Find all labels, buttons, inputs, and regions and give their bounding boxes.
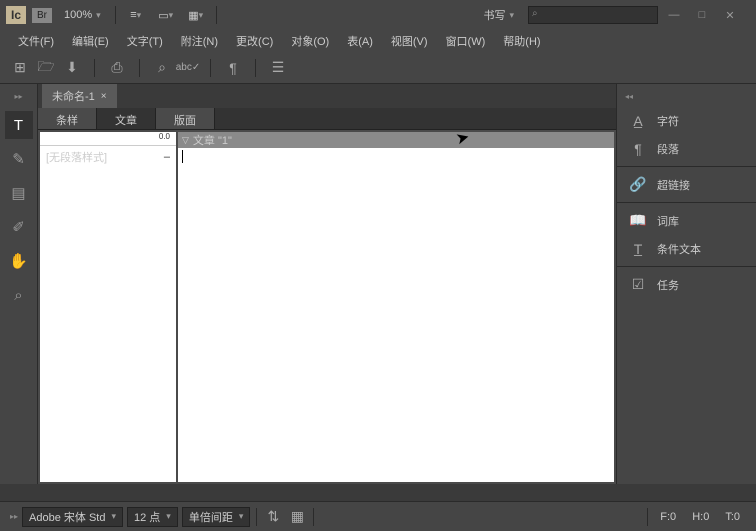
toolbar: ⊞ 🗁 ⬇ ⎙ ⌕ abc✓ ¶ ☰ [0, 52, 756, 84]
style-item-mark: – [164, 151, 170, 163]
text-editor[interactable] [178, 148, 614, 482]
find-icon[interactable]: ⌕ [152, 58, 172, 78]
article-title: 文章 "1" [193, 132, 232, 148]
menu-window[interactable]: 窗口(W) [438, 31, 494, 51]
article-header[interactable]: ▽ 文章 "1" [178, 132, 614, 148]
panel-tasks[interactable]: ☑任务 [617, 270, 756, 299]
h-field: H:0 [686, 511, 715, 523]
tab-story[interactable]: 文章 [97, 108, 156, 129]
left-toolbar: ▸▸ T ✎ ▤ ✐ ✋ ⌕ [0, 84, 38, 484]
t-field: T:0 [719, 511, 746, 523]
right-panels: ◂◂ A̲字符 ¶段落 🔗超链接 📖词库 T̲条件文本 ☑任务 [616, 84, 756, 484]
collapse-icon[interactable]: ◂◂ [617, 92, 756, 101]
position-tool[interactable]: ▤ [5, 179, 33, 207]
panel-character[interactable]: A̲字符 [617, 107, 756, 135]
zoom-value: 100% [64, 9, 92, 21]
menu-bar: 文件(F) 编辑(E) 文字(T) 附注(N) 更改(C) 对象(O) 表(A)… [0, 30, 756, 52]
menu-view[interactable]: 视图(V) [383, 31, 436, 51]
zoom-tool[interactable]: ⌕ [5, 281, 33, 309]
font-selector[interactable]: Adobe 宋体 Std▾ [22, 507, 123, 527]
stat-icon-1[interactable]: ⇅ [263, 507, 283, 527]
collapse-icon[interactable]: ▽ [182, 135, 189, 146]
chevron-down-icon: ▾ [166, 511, 171, 522]
close-button[interactable]: ✕ [720, 9, 740, 22]
chevron-down-icon: ▾ [96, 10, 101, 21]
hand-tool[interactable]: ✋ [5, 247, 33, 275]
menu-text[interactable]: 文字(T) [119, 31, 171, 51]
menu-table[interactable]: 表(A) [339, 31, 381, 51]
link-icon: 🔗 [629, 176, 647, 193]
panel-conditional[interactable]: T̲条件文本 [617, 235, 756, 263]
chevron-down-icon: ▾ [111, 511, 116, 522]
note-tool[interactable]: ✎ [5, 145, 33, 173]
panel-hyperlink[interactable]: 🔗超链接 [617, 170, 756, 199]
panel-thesaurus[interactable]: 📖词库 [617, 206, 756, 235]
menu-edit[interactable]: 编辑(E) [64, 31, 117, 51]
paragraph-icon: ¶ [629, 141, 647, 157]
thesaurus-icon: 📖 [629, 212, 647, 229]
pilcrow-icon[interactable]: ¶ [223, 58, 243, 78]
minimize-button[interactable]: — [664, 9, 684, 22]
view-mode-button[interactable]: ≡▾ [124, 3, 148, 27]
spacing-selector[interactable]: 单倍间距▾ [182, 507, 251, 527]
screen-mode-button[interactable]: ▭▾ [154, 3, 178, 27]
print-icon[interactable]: ⎙ [107, 58, 127, 78]
menu-icon[interactable]: ☰ [268, 58, 288, 78]
close-tab-icon[interactable]: × [101, 91, 107, 102]
search-input[interactable] [528, 6, 658, 24]
menu-help[interactable]: 帮助(H) [495, 31, 548, 51]
new-icon[interactable]: ⊞ [10, 58, 30, 78]
tab-galley[interactable]: 条样 [38, 108, 97, 129]
document-tab[interactable]: 未命名-1 × [42, 84, 117, 108]
text-cursor [182, 150, 183, 163]
conditional-icon: T̲ [629, 241, 647, 257]
style-item[interactable]: [无段落样式] – [40, 146, 176, 168]
styles-ruler: 0.0 [40, 132, 176, 146]
bridge-button[interactable]: Br [32, 8, 52, 23]
stat-icon-2[interactable]: ▦ [287, 507, 307, 527]
open-icon[interactable]: 🗁 [36, 58, 56, 78]
menu-notes[interactable]: 附注(N) [173, 31, 226, 51]
tasks-icon: ☑ [629, 276, 647, 293]
style-item-label: [无段落样式] [46, 149, 107, 165]
styles-panel: 0.0 [无段落样式] – [40, 132, 176, 482]
expand-icon[interactable]: ▸▸ [14, 92, 22, 101]
document-tab-label: 未命名-1 [52, 88, 95, 104]
panel-paragraph[interactable]: ¶段落 [617, 135, 756, 163]
menu-changes[interactable]: 更改(C) [228, 31, 281, 51]
maximize-button[interactable]: □ [692, 9, 712, 22]
zoom-selector[interactable]: 100% ▾ [58, 9, 107, 21]
arrange-button[interactable]: ▦▾ [184, 3, 208, 27]
status-bar: ▸▸ Adobe 宋体 Std▾ 12 点▾ 单倍间距▾ ⇅ ▦ F:0 H:0… [0, 501, 756, 531]
tab-layout[interactable]: 版面 [156, 108, 215, 129]
search-icon: ⌕ [532, 8, 538, 19]
app-logo: Ic [6, 6, 26, 24]
eyedropper-tool[interactable]: ✐ [5, 213, 33, 241]
save-icon[interactable]: ⬇ [62, 58, 82, 78]
menu-file[interactable]: 文件(F) [10, 31, 62, 51]
menu-object[interactable]: 对象(O) [283, 31, 337, 51]
workspace-label: 书写 [483, 7, 505, 23]
expand-icon[interactable]: ▸▸ [10, 512, 18, 521]
size-selector[interactable]: 12 点▾ [127, 507, 178, 527]
type-tool[interactable]: T [5, 111, 33, 139]
spellcheck-icon[interactable]: abc✓ [178, 58, 198, 78]
chevron-down-icon: ▾ [509, 10, 514, 21]
character-icon: A̲ [629, 113, 647, 129]
chevron-down-icon: ▾ [239, 511, 244, 522]
f-field: F:0 [654, 511, 682, 523]
document-area: ▽ 文章 "1" [178, 132, 614, 482]
workspace-selector[interactable]: 书写 ▾ [475, 7, 522, 23]
